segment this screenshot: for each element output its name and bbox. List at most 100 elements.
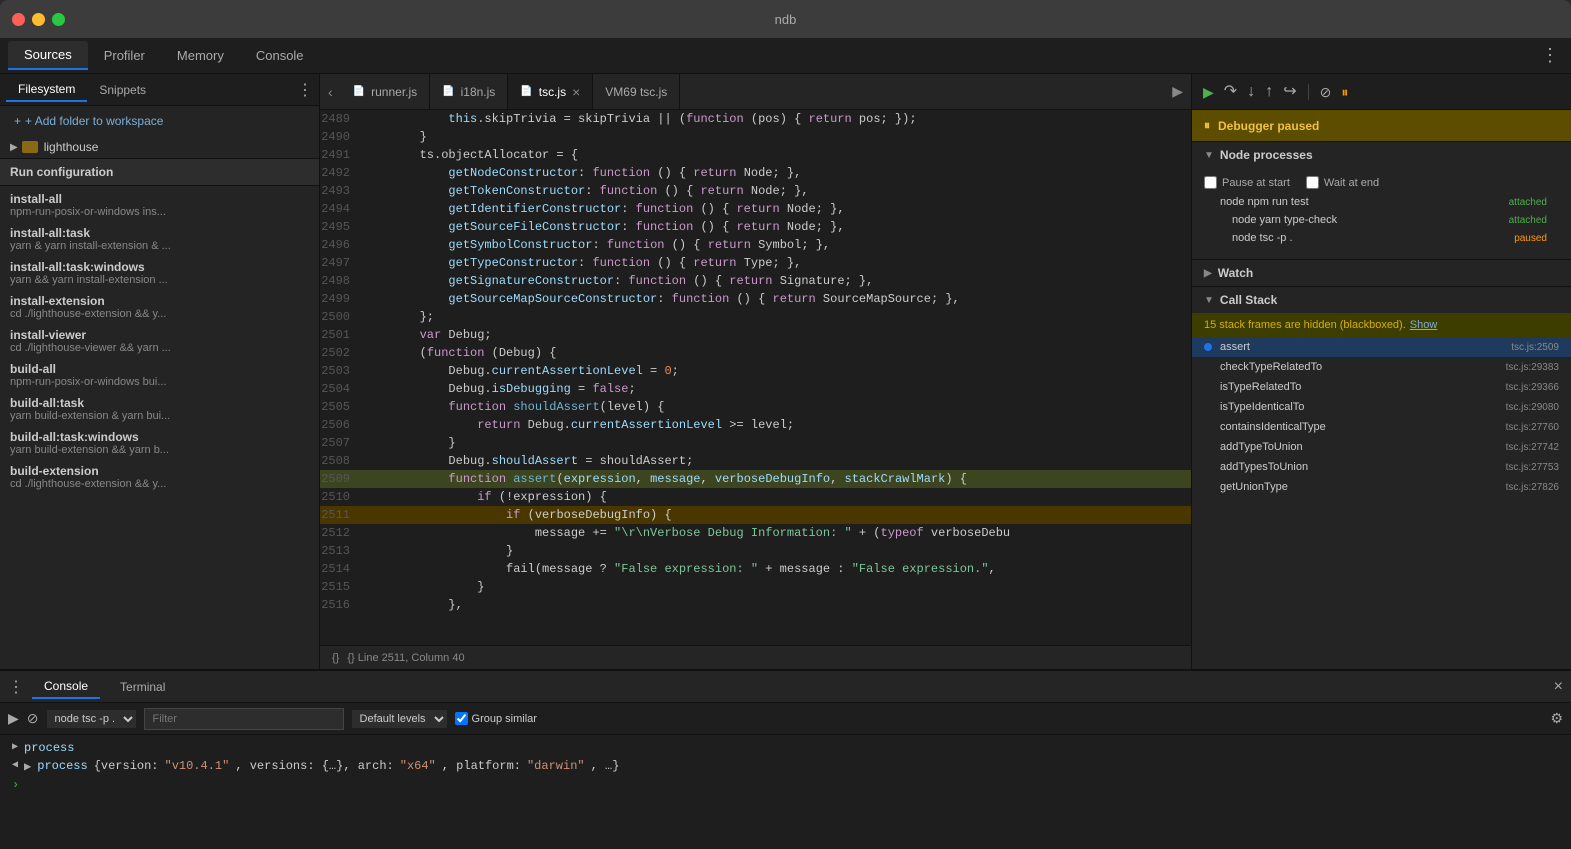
show-hidden-frames-link[interactable]: Show — [1410, 319, 1438, 331]
code-editor[interactable]: 2489 this.skipTrivia = skipTrivia || (fu… — [320, 110, 1191, 645]
code-line-2500: 2500 }; — [320, 308, 1191, 326]
editor-status-bar: {} {} Line 2511, Column 40 — [320, 645, 1191, 669]
group-similar-checkbox-label[interactable]: Group similar — [455, 712, 537, 725]
pause-at-start-checkbox-label[interactable]: Pause at start — [1204, 176, 1290, 189]
editor-tab-vm69-tsc-js[interactable]: VM69 tsc.js — [593, 74, 680, 109]
call-stack-item-contains-identical[interactable]: containsIdenticalType tsc.js:27760 — [1192, 417, 1571, 437]
bottom-panel-menu-icon[interactable]: ⋮ — [8, 677, 24, 697]
debugger-toolbar: ▶ ↷ ↓ ↑ ↪ ⊘ ⏸ — [1192, 74, 1571, 110]
console-line-process-expanded[interactable]: ◀ ▶ process {version: "v10.4.1" , versio… — [0, 757, 1571, 776]
watch-section-header[interactable]: ▶ Watch — [1192, 260, 1571, 287]
code-line-2511: 2511 if (verboseDebugInfo) { — [320, 506, 1191, 524]
sidebar-tab-bar: Filesystem Snippets ⋮ — [0, 74, 319, 106]
run-config-install-viewer[interactable]: install-viewer cd ./lighthouse-viewer &&… — [0, 322, 319, 356]
call-stack-item-is-type-related[interactable]: isTypeRelatedTo tsc.js:29366 — [1192, 377, 1571, 397]
code-line-2513: 2513 } — [320, 542, 1191, 560]
process-tsc[interactable]: node tsc -p . paused — [1216, 229, 1559, 247]
bottom-panel-header: ⋮ Console Terminal × — [0, 671, 1571, 703]
watch-arrow-icon: ▶ — [1204, 268, 1212, 279]
run-config-build-extension[interactable]: build-extension cd ./lighthouse-extensio… — [0, 458, 319, 492]
editor-tab-i18n-js[interactable]: 📄 i18n.js — [430, 74, 508, 109]
editor-nav-back-icon[interactable]: ‹ — [320, 84, 341, 100]
run-config-build-all-task[interactable]: build-all:task yarn build-extension & ya… — [0, 390, 319, 424]
bottom-panel-close-icon[interactable]: × — [1554, 678, 1563, 696]
tab-console-main[interactable]: Console — [240, 42, 320, 69]
console-stop-icon[interactable]: ⊘ — [27, 710, 39, 727]
call-stack-item-get-union-type[interactable]: getUnionType tsc.js:27826 — [1192, 477, 1571, 497]
sidebar-tab-filesystem[interactable]: Filesystem — [6, 78, 87, 102]
folder-item-lighthouse[interactable]: ▶ lighthouse — [0, 136, 319, 158]
call-stack-item-add-types-to-union[interactable]: addTypesToUnion tsc.js:27753 — [1192, 457, 1571, 477]
step-button[interactable]: ↪ — [1280, 81, 1299, 103]
call-stack-label: Call Stack — [1220, 293, 1277, 307]
code-line-2505: 2505 function shouldAssert(level) { — [320, 398, 1191, 416]
node-processes-section: ▼ Node processes Pause at start Wait at … — [1192, 142, 1571, 260]
debugger-paused-text: Debugger paused — [1218, 119, 1319, 133]
console-prompt-icon: › — [12, 778, 19, 792]
active-frame-dot — [1204, 343, 1212, 351]
pause-indicator-icon: ⏸ — [1204, 118, 1210, 133]
code-line-2489: 2489 this.skipTrivia = skipTrivia || (fu… — [320, 110, 1191, 128]
call-stack-arrow-icon: ▼ — [1204, 295, 1214, 306]
call-stack-item-assert[interactable]: assert tsc.js:2509 — [1192, 337, 1571, 357]
step-over-button[interactable]: ↷ — [1221, 81, 1240, 103]
run-config-build-all-task-windows[interactable]: build-all:task:windows yarn build-extens… — [0, 424, 319, 458]
node-processes-header[interactable]: ▼ Node processes — [1192, 142, 1571, 168]
debugger-panel: ▶ ↷ ↓ ↑ ↪ ⊘ ⏸ ⏸ Debugger paused ▼ Node p… — [1191, 74, 1571, 669]
console-context-selector[interactable]: node tsc -p . — [47, 710, 136, 728]
more-options-icon[interactable]: ⋮ — [1529, 45, 1571, 66]
tab-memory[interactable]: Memory — [161, 42, 240, 69]
console-line-process[interactable]: ▶ process — [0, 739, 1571, 757]
editor-tab-tsc-js[interactable]: 📄 tsc.js × — [508, 74, 593, 109]
call-stack-item-is-type-identical[interactable]: isTypeIdenticalTo tsc.js:29080 — [1192, 397, 1571, 417]
run-config-install-extension[interactable]: install-extension cd ./lighthouse-extens… — [0, 288, 319, 322]
code-line-2490: 2490 } — [320, 128, 1191, 146]
pause-on-exception-button[interactable]: ⏸ — [1338, 82, 1351, 102]
deactivate-breakpoints-button[interactable]: ⊘ — [1317, 82, 1335, 102]
console-prompt-line[interactable]: › — [0, 776, 1571, 794]
console-filter-input[interactable] — [144, 708, 344, 730]
console-run-icon[interactable]: ▶ — [8, 710, 19, 727]
folder-icon — [22, 141, 38, 153]
run-config-install-all-task[interactable]: install-all:task yarn & yarn install-ext… — [0, 220, 319, 254]
run-config-build-all[interactable]: build-all npm-run-posix-or-windows bui..… — [0, 356, 319, 390]
wait-at-end-checkbox-label[interactable]: Wait at end — [1306, 176, 1379, 189]
code-line-2499: 2499 getSourceMapSourceConstructor: func… — [320, 290, 1191, 308]
code-line-2507: 2507 } — [320, 434, 1191, 452]
console-levels-selector[interactable]: Default levels — [352, 710, 447, 728]
wait-at-end-checkbox[interactable] — [1306, 176, 1319, 189]
group-similar-checkbox[interactable] — [455, 712, 468, 725]
code-line-2494: 2494 getIdentifierConstructor: function … — [320, 200, 1191, 218]
sidebar-more-icon[interactable]: ⋮ — [297, 80, 313, 100]
folder-name-label: lighthouse — [44, 140, 99, 154]
bottom-tab-console[interactable]: Console — [32, 675, 100, 699]
editor-run-icon[interactable]: ▶ — [1164, 83, 1191, 100]
bottom-tab-terminal[interactable]: Terminal — [108, 676, 177, 698]
process-npm-run-test[interactable]: node npm run test attached — [1204, 193, 1559, 211]
call-stack-item-add-type-to-union[interactable]: addTypeToUnion tsc.js:27742 — [1192, 437, 1571, 457]
step-out-button[interactable]: ↑ — [1262, 81, 1276, 103]
process-yarn-type-check[interactable]: node yarn type-check attached — [1216, 211, 1559, 229]
call-stack-item-check-type-related[interactable]: checkTypeRelatedTo tsc.js:29383 — [1192, 357, 1571, 377]
file-icon: 📄 — [442, 86, 454, 97]
file-icon: 📄 — [520, 86, 532, 97]
run-config-install-all-task-windows[interactable]: install-all:task:windows yarn && yarn in… — [0, 254, 319, 288]
minimize-button[interactable] — [32, 13, 45, 26]
curly-braces-icon: {} — [332, 652, 339, 664]
code-line-2506: 2506 return Debug.currentAssertionLevel … — [320, 416, 1191, 434]
call-stack-header[interactable]: ▼ Call Stack — [1192, 287, 1571, 313]
maximize-button[interactable] — [52, 13, 65, 26]
pause-at-start-checkbox[interactable] — [1204, 176, 1217, 189]
run-config-install-all[interactable]: install-all npm-run-posix-or-windows ins… — [0, 186, 319, 220]
add-folder-button[interactable]: + + Add folder to workspace — [0, 106, 319, 136]
resume-button[interactable]: ▶ — [1200, 82, 1217, 102]
console-settings-icon[interactable]: ⚙ — [1550, 710, 1563, 727]
editor-tab-runner-js[interactable]: 📄 runner.js — [341, 74, 430, 109]
tab-profiler[interactable]: Profiler — [88, 42, 161, 69]
step-into-button[interactable]: ↓ — [1244, 81, 1258, 103]
tab-close-icon[interactable]: × — [572, 84, 580, 100]
sidebar-tab-snippets[interactable]: Snippets — [87, 79, 158, 101]
code-line-2492: 2492 getNodeConstructor: function () { r… — [320, 164, 1191, 182]
close-button[interactable] — [12, 13, 25, 26]
tab-sources[interactable]: Sources — [8, 41, 88, 70]
